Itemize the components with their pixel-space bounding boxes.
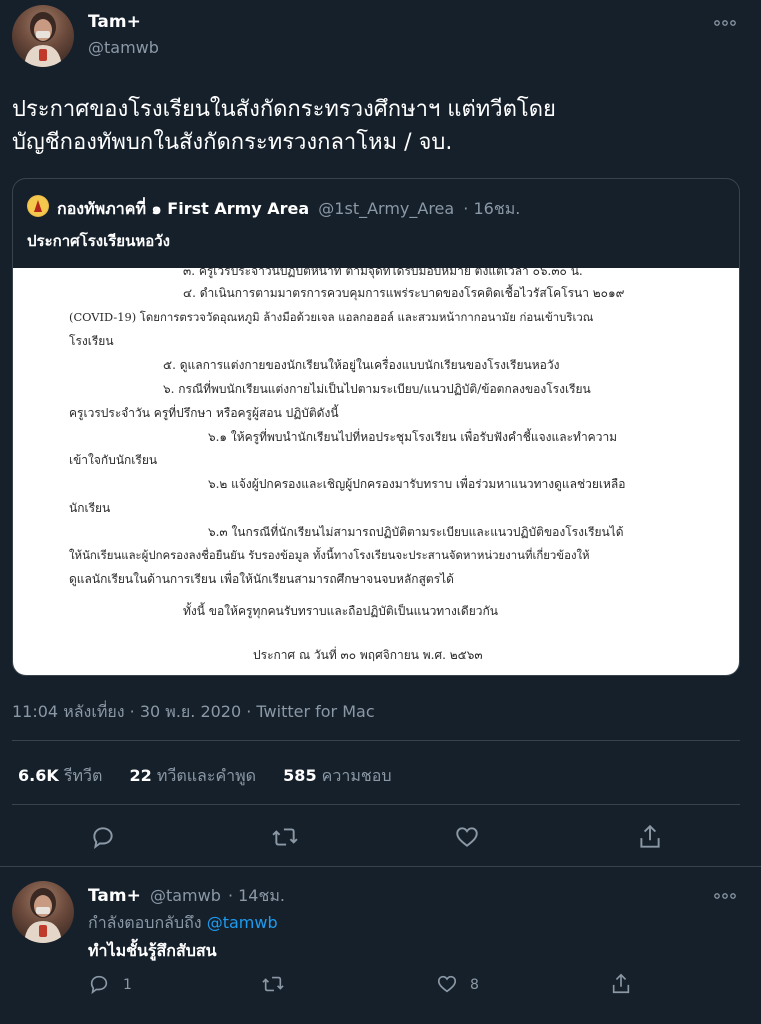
tweet-stats: 6.6K รีทวีต 22 ทวีตและคำพูด 585 ความชอบ [18, 764, 392, 789]
document-line: ประกาศ ณ วันที่ ๓๐ พฤศจิกายน พ.ศ. ๒๕๖๓ [253, 648, 483, 662]
section-divider [0, 866, 761, 867]
ellipsis-icon[interactable] [714, 12, 736, 33]
author-name[interactable]: Tam+ [88, 12, 141, 32]
reply-avatar[interactable] [12, 881, 74, 943]
document-line: (COVID-19) โดยการตรวจวัดอุณหภูมิ ล้างมือ… [69, 310, 594, 324]
document-line: ๖.๓ ในกรณีที่นักเรียนไม่สามารถปฏิบัติตาม… [208, 525, 624, 539]
reply-time[interactable]: · 14ชม. [228, 886, 285, 905]
retweet-icon[interactable] [270, 824, 300, 854]
divider [12, 804, 740, 805]
document-line: โรงเรียน [69, 334, 114, 348]
document-line: ๓. ครูเวรประจำวันปฏิบัติหน้าที่ ตามจุดที… [183, 268, 583, 278]
quote-text: ประกาศโรงเรียนหอวัง [27, 232, 170, 250]
reply-author-name[interactable]: Tam+ [88, 886, 141, 906]
reply-text: ทำไมชั้นรู้สึกสับสน [88, 941, 217, 960]
like-label: ความชอบ [321, 766, 392, 785]
retweet-icon[interactable] [260, 973, 286, 999]
reply-count: 1 [123, 977, 132, 993]
quote-count: 22 [129, 766, 152, 785]
avatar[interactable] [12, 5, 74, 67]
reply-icon[interactable] [88, 973, 110, 999]
retweet-count: 6.6K [18, 766, 59, 785]
retweet-stat[interactable]: 6.6K รีทวีต [18, 766, 107, 785]
tweet-text-line: ประกาศของโรงเรียนในสังกัดกระทรวงศึกษาฯ แ… [12, 97, 556, 122]
document-line: ทั้งนี้ ขอให้ครูทุกคนรับทราบและถือปฏิบัต… [183, 604, 498, 618]
document-line: ๖. กรณีที่พบนักเรียนแต่งกายไม่เป็นไปตามร… [163, 382, 591, 396]
quote-author-name[interactable]: กองทัพภาคที่ ๑ First Army Area [57, 199, 309, 218]
quote-label: ทวีตและคำพูด [156, 766, 257, 785]
document-line: ๕. ดูแลการแต่งกายของนักเรียนให้อยู่ในเคร… [163, 358, 560, 372]
quote-stat[interactable]: 22 ทวีตและคำพูด [129, 766, 261, 785]
document-line: ครูเวรประจำวัน ครูที่ปรึกษา หรือครูผู้สอ… [69, 406, 339, 420]
replying-to: กำลังตอบกลับถึง @tamwb [88, 911, 278, 936]
document-line: ๖.๒ แจ้งผู้ปกครองและเชิญผู้ปกครองมารับทร… [208, 477, 626, 491]
tweet-text: ประกาศของโรงเรียนในสังกัดกระทรวงศึกษาฯ แ… [12, 93, 752, 159]
quote-avatar[interactable] [27, 195, 49, 217]
quoted-tweet[interactable]: กองทัพภาคที่ ๑ First Army Area @1st_Army… [12, 178, 740, 676]
like-icon[interactable] [454, 824, 480, 854]
document-line: ๔. ดำเนินการตามมาตรการควบคุมการแพร่ระบาด… [183, 286, 625, 300]
document-line: ๖.๑ ให้ครูที่พบนำนักเรียนไปที่หอประชุมโร… [208, 430, 618, 444]
tweet-timestamp[interactable]: 11:04 หลังเที่ยง · 30 พ.ย. 2020 · Twitte… [12, 700, 375, 725]
retweet-label: รีทวีต [63, 766, 103, 785]
quote-time[interactable]: · 16ชม. [463, 199, 520, 218]
replying-to-handle[interactable]: @tamwb [207, 913, 278, 932]
divider [12, 740, 740, 741]
tweet-text-line: บัญชีกองทัพบกในสังกัดกระทรวงกลาโหม / จบ. [12, 130, 453, 155]
like-count: 585 [283, 766, 317, 785]
like-count: 8 [470, 977, 479, 993]
quote-author-handle[interactable]: @1st_Army_Area [318, 199, 454, 218]
share-icon[interactable] [610, 972, 632, 1000]
document-image[interactable]: ๓. ครูเวรประจำวันปฏิบัติหน้าที่ ตามจุดที… [13, 268, 739, 675]
share-icon[interactable] [637, 823, 663, 855]
like-stat[interactable]: 585 ความชอบ [283, 766, 391, 785]
author-handle[interactable]: @tamwb [88, 38, 159, 57]
document-line: ดูแลนักเรียนในด้านการเรียน เพื่อให้นักเร… [69, 572, 454, 586]
reply-icon[interactable] [90, 824, 116, 854]
like-icon[interactable] [436, 973, 458, 999]
reply-author-handle[interactable]: @tamwb [150, 886, 221, 905]
document-line: ให้นักเรียนและผู้ปกครองลงชื่อยืนยัน รับร… [69, 548, 590, 562]
document-line: นักเรียน [69, 501, 111, 515]
reply-ellipsis-icon[interactable] [714, 885, 736, 906]
replying-to-label: กำลังตอบกลับถึง [88, 913, 202, 932]
document-line: เข้าใจกับนักเรียน [69, 453, 158, 467]
